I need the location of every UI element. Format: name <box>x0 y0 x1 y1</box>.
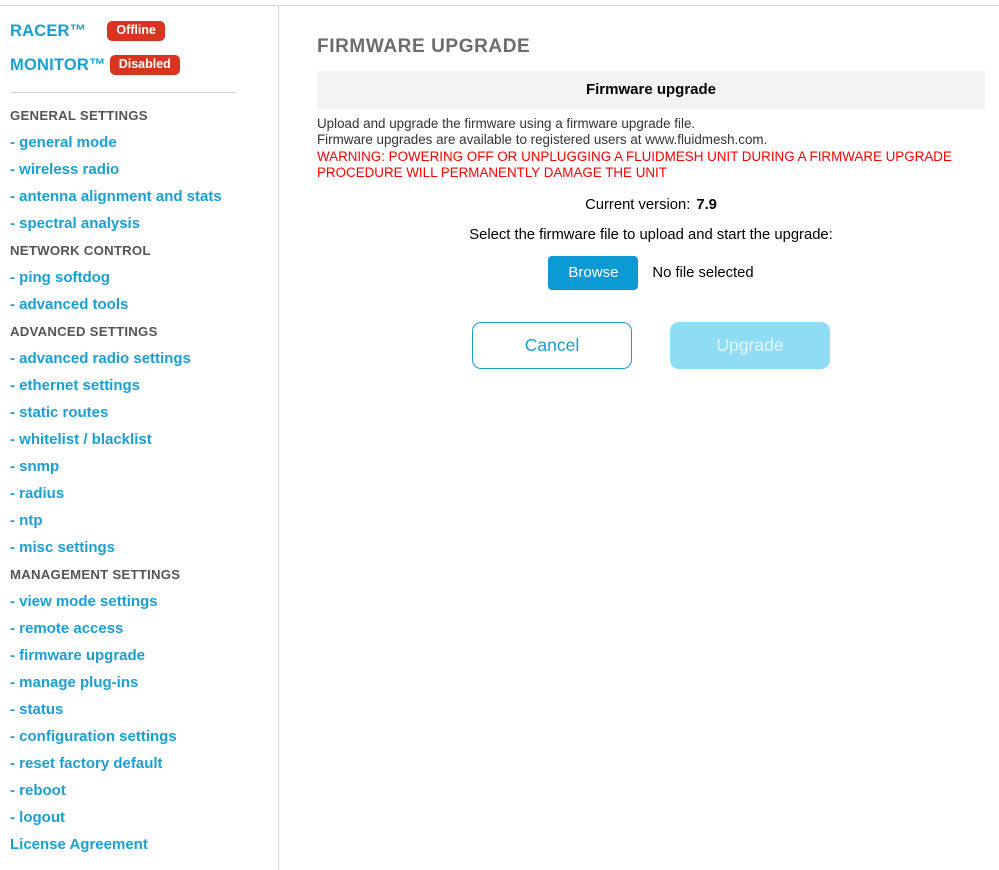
warning-line-2: PROCEDURE WILL PERMANENTLY DAMAGE THE UN… <box>317 164 667 180</box>
sidebar-item-antenna-alignment-and-stats[interactable]: - antenna alignment and stats <box>0 183 278 210</box>
monitor-label: MONITOR™ <box>10 55 106 74</box>
browse-button[interactable]: Browse <box>548 256 639 291</box>
sidebar-item-static-routes[interactable]: - static routes <box>0 399 278 426</box>
racer-status-row: RACER™ Offline <box>0 17 278 45</box>
sidebar-item-ethernet-settings[interactable]: - ethernet settings <box>0 372 278 399</box>
description-line-1: Upload and upgrade the firmware using a … <box>317 116 696 131</box>
selected-file-status: No file selected <box>652 265 754 282</box>
warning-line-1: WARNING: POWERING OFF OR UNPLUGGING A FL… <box>317 148 952 164</box>
select-file-instruction: Select the firmware file to upload and s… <box>469 227 833 244</box>
nav-section-general-settings: GENERAL SETTINGS <box>10 108 148 123</box>
page-title: FIRMWARE UPGRADE <box>317 36 531 57</box>
upgrade-button[interactable]: Upgrade <box>670 322 830 370</box>
nav-section-management-settings: MANAGEMENT SETTINGS <box>10 567 181 582</box>
sidebar-item-reset-factory-default[interactable]: - reset factory default <box>0 750 278 777</box>
sidebar-item-logout[interactable]: - logout <box>0 804 278 831</box>
monitor-status-row: MONITOR™ Disabled <box>0 51 278 79</box>
sidebar-item-snmp[interactable]: - snmp <box>0 453 278 480</box>
current-version-row: Current version: 7.9 <box>317 181 985 214</box>
action-buttons-row: Cancel Upgrade <box>317 290 985 370</box>
sidebar-item-remote-access[interactable]: - remote access <box>0 615 278 642</box>
racer-label: RACER™ <box>10 21 87 40</box>
file-picker-row: Browse No file selected <box>317 244 985 291</box>
nav-section-network-control: NETWORK CONTROL <box>10 243 151 258</box>
sidebar-item-configuration-settings[interactable]: - configuration settings <box>0 723 278 750</box>
sidebar-item-radius[interactable]: - radius <box>0 480 278 507</box>
sidebar-item-advanced-tools[interactable]: - advanced tools <box>0 291 278 318</box>
monitor-status-badge: Disabled <box>109 55 180 75</box>
page-layout: RACER™ Offline MONITOR™ Disabled GENERAL… <box>0 6 999 870</box>
sidebar-item-general-mode[interactable]: - general mode <box>0 129 278 156</box>
firmware-upgrade-panel: Firmware upgrade Upload and upgrade the … <box>317 71 985 370</box>
sidebar-item-reboot[interactable]: - reboot <box>0 777 278 804</box>
sidebar-item-spectral-analysis[interactable]: - spectral analysis <box>0 210 278 237</box>
sidebar-item-misc-settings[interactable]: - misc settings <box>0 534 278 561</box>
sidebar-item-whitelist-blacklist[interactable]: - whitelist / blacklist <box>0 426 278 453</box>
main-content: FIRMWARE UPGRADE Firmware upgrade Upload… <box>279 6 999 870</box>
sidebar-item-view-mode-settings[interactable]: - view mode settings <box>0 588 278 615</box>
sidebar-item-advanced-radio-settings[interactable]: - advanced radio settings <box>0 345 278 372</box>
sidebar-item-ping-softdog[interactable]: - ping softdog <box>0 264 278 291</box>
sidebar-item-manage-plug-ins[interactable]: - manage plug-ins <box>0 669 278 696</box>
sidebar-item-license-agreement[interactable]: License Agreement <box>0 831 278 858</box>
sidebar-item-firmware-upgrade[interactable]: - firmware upgrade <box>0 642 278 669</box>
sidebar-item-ntp[interactable]: - ntp <box>0 507 278 534</box>
nav-section-advanced-settings: ADVANCED SETTINGS <box>10 324 158 339</box>
cancel-button[interactable]: Cancel <box>472 322 632 370</box>
current-version-value: 7.9 <box>696 197 717 214</box>
current-version-label: Current version: <box>585 197 691 214</box>
panel-header: Firmware upgrade <box>317 71 985 109</box>
sidebar-item-wireless-radio[interactable]: - wireless radio <box>0 156 278 183</box>
description-line-2: Firmware upgrades are available to regis… <box>317 132 768 148</box>
sidebar-item-status[interactable]: - status <box>0 696 278 723</box>
sidebar: RACER™ Offline MONITOR™ Disabled GENERAL… <box>0 6 279 870</box>
racer-status-badge: Offline <box>107 21 165 41</box>
sidebar-nav: GENERAL SETTINGS - general mode - wirele… <box>0 93 278 858</box>
